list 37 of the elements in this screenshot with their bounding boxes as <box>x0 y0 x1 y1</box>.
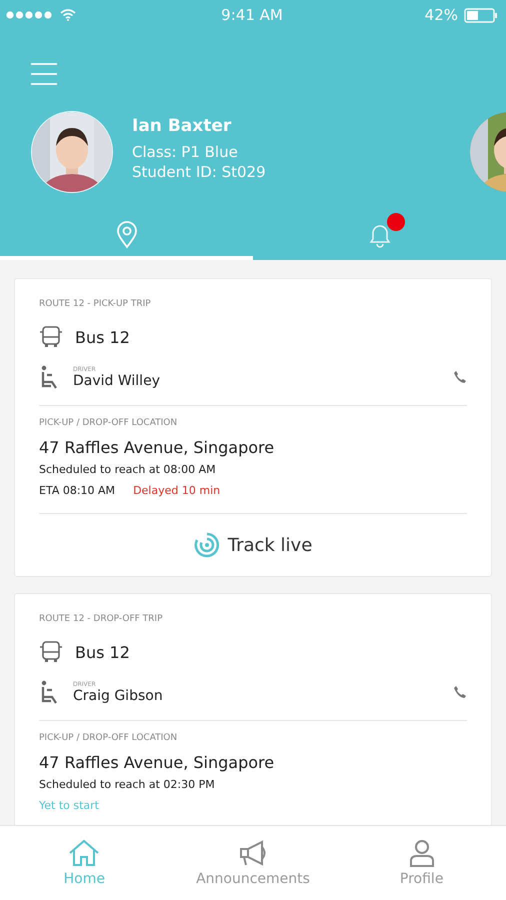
driver-name: David Willey <box>73 372 160 388</box>
scheduled-time: Scheduled to reach at 02:30 PM <box>39 778 216 791</box>
student-id: Student ID: St029 <box>132 162 266 182</box>
phone-icon[interactable] <box>453 370 467 384</box>
location-pin-icon <box>116 221 138 249</box>
scheduled-time: Scheduled to reach at 08:00 AM <box>39 463 217 476</box>
bus-icon <box>39 640 63 664</box>
bus-icon <box>39 325 63 349</box>
trip-status: Delayed 10 min <box>133 484 220 497</box>
status-time: 9:41 AM <box>221 6 283 24</box>
address: 47 Raffles Avenue, Singapore <box>39 438 276 457</box>
address: 47 Raffles Avenue, Singapore <box>39 753 276 772</box>
home-icon <box>68 839 100 867</box>
battery-percent: 42% <box>424 6 458 24</box>
radar-icon <box>194 532 220 558</box>
location-label: PICK-UP / DROP-OFF LOCATION <box>39 418 178 428</box>
nav-tab[interactable]: Home <box>0 826 169 900</box>
phone-icon[interactable] <box>453 685 467 699</box>
nav-tab[interactable]: Announcements <box>168 826 338 900</box>
location-label: PICK-UP / DROP-OFF LOCATION <box>39 733 178 743</box>
megaphone-icon <box>238 839 268 867</box>
track-live-button[interactable]: Track live <box>186 528 320 562</box>
driver-name: Craig Gibson <box>73 688 163 704</box>
signal-icon <box>6 11 52 19</box>
wifi-icon <box>60 9 76 21</box>
person-icon <box>408 839 436 867</box>
eta-text: ETA 08:10 AM <box>39 484 116 497</box>
bus-name: Bus 12 <box>75 642 130 662</box>
trip-status: Yet to start <box>39 799 99 812</box>
trip-title: ROUTE 12 - PICK-UP TRIP <box>39 298 152 309</box>
student-name: Ian Baxter <box>132 116 232 136</box>
nav-tab[interactable]: Profile <box>337 826 506 900</box>
bus-name: Bus 12 <box>75 328 130 346</box>
trip-title: ROUTE 12 - DROP-OFF TRIP <box>39 613 164 624</box>
battery-icon <box>464 8 498 22</box>
menu-icon[interactable] <box>30 62 58 86</box>
student-class: Class: P1 Blue <box>132 142 239 162</box>
